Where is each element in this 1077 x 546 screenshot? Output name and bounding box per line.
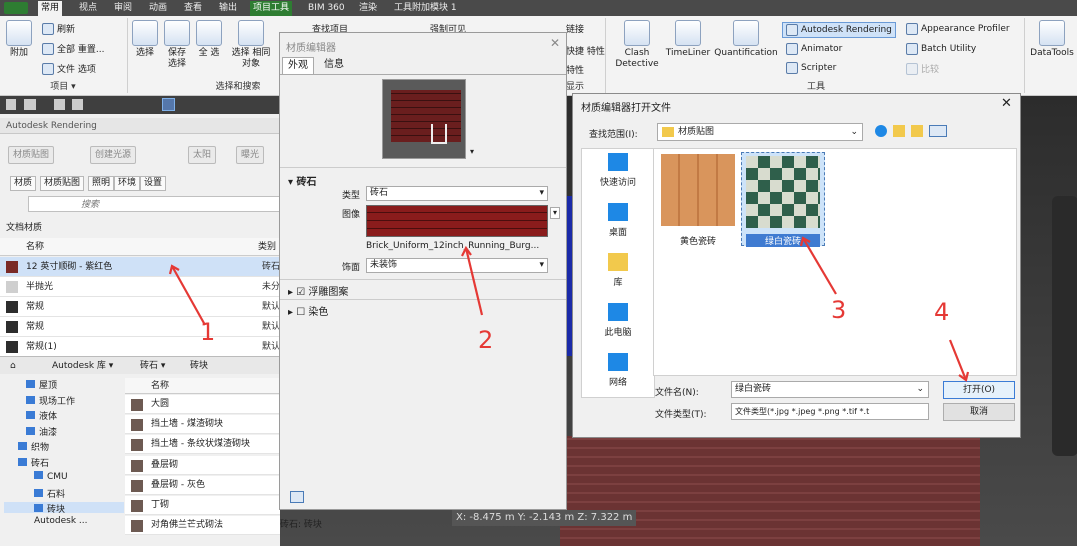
annotation-label-1: 1 [200, 318, 216, 346]
arrow-2 [464, 247, 484, 316]
annotation-overlay [168, 236, 970, 382]
annotation-label-2: 2 [478, 326, 494, 354]
arrow-4 [948, 339, 968, 381]
arrow-1 [171, 265, 206, 326]
arrow-3 [802, 237, 837, 295]
annotation-label-4: 4 [934, 298, 950, 326]
annotation-label-3: 3 [831, 296, 847, 324]
